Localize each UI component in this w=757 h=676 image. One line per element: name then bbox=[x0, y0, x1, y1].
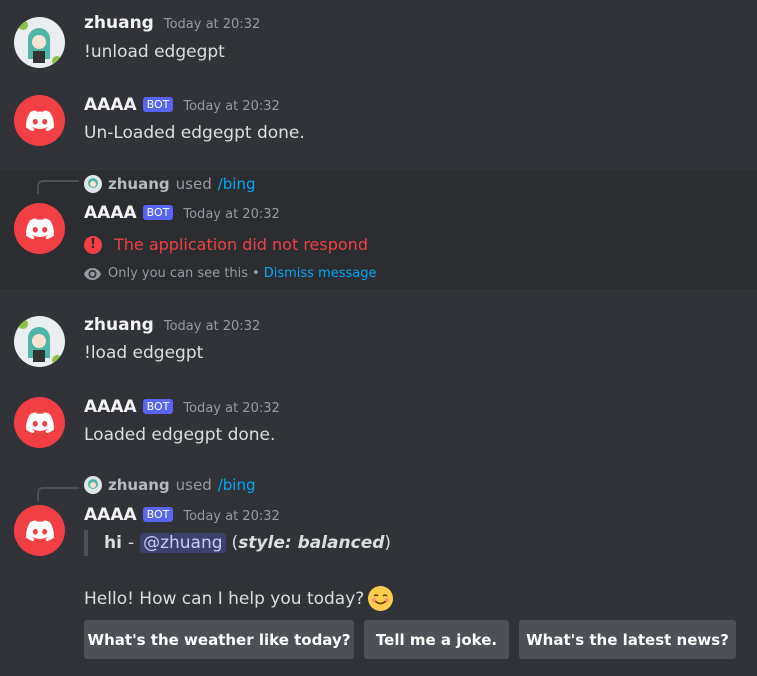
message-text: !unload edgegpt bbox=[84, 42, 225, 62]
message-text: Loaded edgegpt done. bbox=[84, 425, 276, 445]
style-close-paren: ) bbox=[384, 533, 392, 553]
quote-prefix: hi bbox=[104, 533, 122, 553]
user-avatar[interactable] bbox=[14, 316, 65, 367]
timestamp: Today at 20:32 bbox=[163, 319, 261, 334]
message-text: Un-Loaded edgegpt done. bbox=[84, 123, 305, 143]
reply-spine bbox=[37, 487, 79, 501]
error-message: ! The application did not respond bbox=[84, 235, 368, 254]
message-header: AAAA BOT Today at 20:32 bbox=[84, 505, 280, 529]
timestamp: Today at 20:32 bbox=[183, 99, 280, 114]
timestamp: Today at 20:32 bbox=[163, 17, 261, 32]
suggestion-button-weather[interactable]: What's the weather like today? bbox=[84, 620, 354, 659]
style-open-paren: ( bbox=[231, 533, 239, 553]
bot-avatar[interactable] bbox=[14, 95, 65, 146]
author-name[interactable]: zhuang bbox=[84, 315, 154, 335]
bot-badge: BOT bbox=[142, 97, 174, 112]
reply-spine bbox=[37, 180, 79, 194]
command-reply-header[interactable]: zhuang used /bing bbox=[84, 175, 256, 193]
style-label: style: balanced bbox=[238, 533, 385, 553]
smiling-face-emoji-icon bbox=[368, 586, 394, 611]
message-header: zhuang Today at 20:32 bbox=[84, 315, 260, 339]
timestamp: Today at 20:32 bbox=[183, 401, 280, 416]
author-name[interactable]: zhuang bbox=[84, 13, 154, 33]
discord-logo-icon bbox=[25, 519, 54, 541]
user-avatar[interactable] bbox=[14, 17, 65, 68]
dismiss-message-link[interactable]: Dismiss message bbox=[264, 266, 377, 281]
eye-icon bbox=[84, 267, 101, 280]
quote-dash: - bbox=[127, 533, 135, 553]
reply-text: Hello! How can I help you today? bbox=[84, 588, 365, 609]
mini-user-avatar bbox=[84, 175, 102, 193]
timestamp: Today at 20:32 bbox=[183, 509, 280, 524]
error-icon: ! bbox=[84, 235, 102, 254]
author-name[interactable]: AAAA bbox=[84, 397, 137, 417]
discord-logo-icon bbox=[25, 217, 54, 239]
separator: • bbox=[252, 266, 260, 281]
reply-used-label: used bbox=[175, 175, 212, 193]
ephemeral-notice: Only you can see this • Dismiss message bbox=[84, 266, 377, 281]
author-name[interactable]: AAAA bbox=[84, 505, 137, 525]
mini-user-avatar bbox=[84, 476, 102, 494]
slash-command-link[interactable]: /bing bbox=[218, 175, 256, 193]
quote-block: hi - @zhuang ( style: balanced ) bbox=[84, 530, 391, 556]
reply-used-label: used bbox=[175, 476, 212, 494]
author-name[interactable]: AAAA bbox=[84, 203, 137, 223]
bot-badge: BOT bbox=[142, 507, 174, 522]
error-text: The application did not respond bbox=[114, 235, 368, 254]
ephemeral-text: Only you can see this bbox=[108, 266, 249, 281]
discord-logo-icon bbox=[25, 411, 54, 433]
reply-username[interactable]: zhuang bbox=[108, 476, 170, 494]
bot-badge: BOT bbox=[142, 399, 174, 414]
bot-badge: BOT bbox=[142, 205, 174, 220]
message-text: !load edgegpt bbox=[84, 343, 204, 363]
suggestion-button-news[interactable]: What's the latest news? bbox=[519, 620, 736, 659]
bot-avatar[interactable] bbox=[14, 203, 65, 254]
suggestion-button-joke[interactable]: Tell me a joke. bbox=[364, 620, 509, 659]
bot-avatar[interactable] bbox=[14, 397, 65, 448]
command-reply-header[interactable]: zhuang used /bing bbox=[84, 476, 256, 494]
message-header: AAAA BOT Today at 20:32 bbox=[84, 95, 280, 119]
reply-username[interactable]: zhuang bbox=[108, 175, 170, 193]
message-header: zhuang Today at 20:32 bbox=[84, 13, 260, 37]
slash-command-link[interactable]: /bing bbox=[218, 476, 256, 494]
timestamp: Today at 20:32 bbox=[183, 207, 280, 222]
bot-avatar[interactable] bbox=[14, 505, 65, 556]
author-name[interactable]: AAAA bbox=[84, 95, 137, 115]
message-header: AAAA BOT Today at 20:32 bbox=[84, 397, 280, 421]
message-header: AAAA BOT Today at 20:32 bbox=[84, 203, 280, 227]
user-mention[interactable]: @zhuang bbox=[140, 533, 226, 553]
discord-logo-icon bbox=[25, 109, 54, 131]
message-text: Hello! How can I help you today? bbox=[84, 586, 394, 611]
